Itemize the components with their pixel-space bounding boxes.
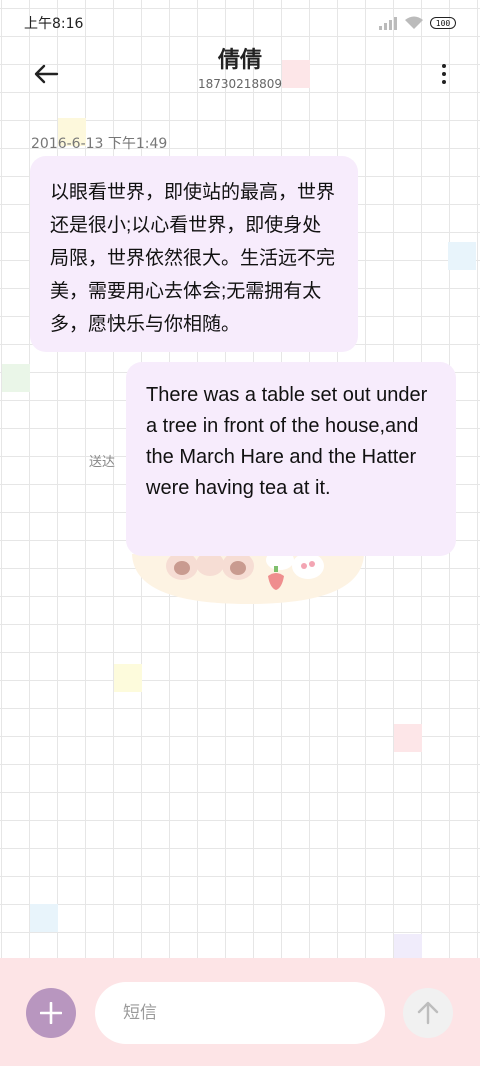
grid-tint	[394, 724, 422, 752]
more-vertical-icon	[442, 64, 446, 68]
more-options-button[interactable]	[438, 58, 450, 90]
more-vertical-icon	[442, 72, 446, 76]
conversation-header: 倩倩 18730218809	[0, 46, 480, 102]
contact-name: 倩倩	[217, 48, 262, 73]
contact-number: 18730218809	[198, 77, 282, 91]
add-attachment-button[interactable]	[26, 988, 76, 1038]
battery-level: 100	[435, 18, 451, 28]
grid-tint	[114, 664, 142, 692]
status-bar: 上午8:16 100	[0, 0, 480, 46]
status-time: 上午8:16	[24, 16, 84, 32]
signal-icon	[379, 17, 397, 30]
contact-info: 倩倩 18730218809	[0, 46, 480, 92]
message-input[interactable]	[95, 982, 385, 1044]
grid-tint	[30, 904, 58, 932]
more-vertical-icon	[442, 80, 446, 84]
send-button[interactable]	[403, 988, 453, 1038]
composer-bar	[0, 958, 480, 1066]
message-bubble[interactable]: There was a table set out under a tree i…	[126, 362, 456, 556]
plus-icon	[40, 1002, 62, 1024]
arrow-up-icon	[417, 1001, 439, 1025]
grid-tint	[448, 242, 476, 270]
message-bubble[interactable]: 以眼看世界，即使站的最高，世界还是很小;以心看世界，即使身处局限，世界依然很大。…	[30, 156, 358, 352]
delivery-status: 送达	[89, 455, 116, 470]
message-timestamp: 2016-6-13 下午1:49	[31, 136, 168, 152]
status-icons: 100	[378, 16, 456, 30]
wifi-icon	[405, 16, 423, 29]
battery-icon: 100	[430, 17, 456, 29]
grid-tint	[2, 364, 30, 392]
